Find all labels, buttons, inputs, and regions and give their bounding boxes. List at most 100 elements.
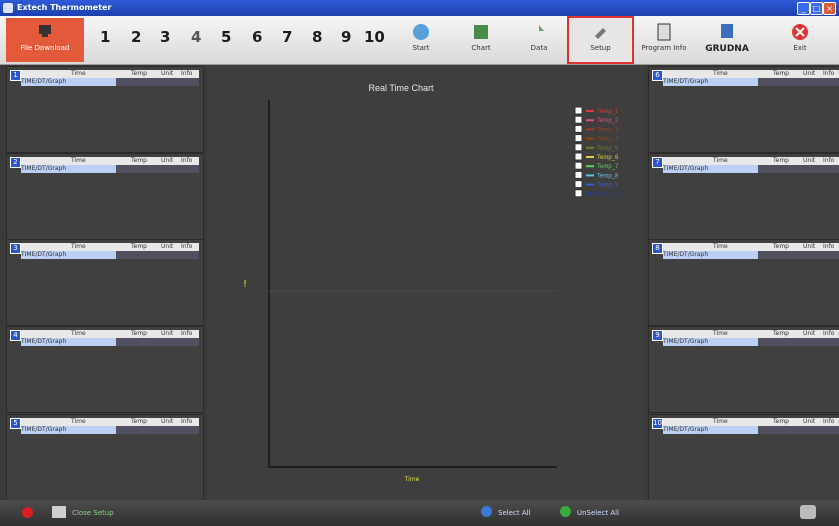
channel-select-checkbox[interactable]: 2	[10, 157, 21, 168]
close-setup-link[interactable]: Close Setup	[72, 509, 114, 517]
channel-select-checkbox[interactable]: 1	[10, 70, 21, 81]
channel-6-button[interactable]: 6	[252, 28, 262, 46]
table-row: TIME/DT/Graph	[663, 165, 758, 173]
info-column-header: Info	[823, 70, 835, 77]
chart-svg: Real Time Chart ! Time Temp_1Temp_2Temp_…	[243, 83, 622, 483]
unit-column-header: Unit	[161, 70, 174, 77]
legend-checkbox[interactable]	[574, 170, 583, 179]
logo: GRUDNA	[698, 18, 756, 62]
channel-select-checkbox[interactable]: 8	[652, 243, 663, 254]
legend-item[interactable]: Temp_7	[574, 161, 619, 170]
legend-item[interactable]: Temp_4	[574, 134, 619, 143]
legend-label: Temp_4	[597, 137, 619, 143]
start-icon	[413, 24, 429, 40]
time-column-header: Time	[71, 157, 86, 164]
record-indicator-icon	[22, 507, 33, 518]
chart-legend: Temp_1 Temp_2 Temp_3 Temp_4 Temp_5 Temp_6 Temp…	[574, 106, 622, 198]
channel-select-checkbox[interactable]: 7	[652, 157, 663, 168]
info-column-header: Info	[181, 70, 193, 77]
table-row-overflow	[116, 426, 199, 434]
exit-button[interactable]: Exit	[778, 18, 822, 62]
channel-panel: 9 Time Temp Unit Info TIME/DT/Graph	[648, 326, 839, 413]
unselect-all-button[interactable]: UnSelect All	[577, 509, 619, 517]
status-bar: Close Setup Select All UnSelect All	[0, 500, 839, 526]
info-column-header: Info	[181, 243, 193, 250]
legend-checkbox[interactable]	[574, 134, 583, 143]
data-button[interactable]: Data	[518, 18, 560, 62]
time-column-header: Time	[713, 418, 728, 425]
table-row: TIME/DT/Graph	[21, 78, 116, 86]
logo-text: GRUDNA	[705, 44, 749, 54]
channel-10-button[interactable]: 10	[364, 28, 385, 46]
channel-select-checkbox[interactable]: 6	[652, 70, 663, 81]
table-row: TIME/DT/Graph	[21, 251, 116, 259]
info-column-header: Info	[823, 330, 835, 337]
temp-column-header: Temp	[131, 330, 147, 337]
legend-checkbox[interactable]	[574, 115, 583, 124]
time-column-header: Time	[713, 70, 728, 77]
setup-button[interactable]: Setup	[567, 16, 634, 64]
legend-label: Temp_9	[597, 183, 619, 189]
legend-item[interactable]: Temp_9	[574, 180, 619, 189]
legend-item[interactable]: Temp_3	[574, 124, 619, 133]
legend-item[interactable]: Temp_6	[574, 152, 619, 161]
table-row-overflow	[758, 78, 839, 86]
info-column-header: Info	[823, 243, 835, 250]
legend-item[interactable]: Temp_2	[574, 115, 619, 124]
legend-label: Temp_7	[597, 164, 619, 170]
channel-5-button[interactable]: 5	[221, 28, 231, 46]
channel-table-header: Time Temp Unit Info	[21, 330, 199, 338]
channel-1-button[interactable]: 1	[100, 28, 110, 46]
channel-select-checkbox[interactable]: 9	[652, 330, 663, 341]
channel-4-button[interactable]: 4	[191, 28, 201, 46]
close-icon[interactable]: ×	[823, 2, 836, 15]
time-column-header: Time	[71, 243, 86, 250]
legend-item[interactable]: Temp_10	[574, 189, 622, 198]
legend-checkbox[interactable]	[574, 180, 583, 189]
channel-select-checkbox[interactable]: 3	[10, 243, 21, 254]
channel-8-button[interactable]: 8	[312, 28, 322, 46]
legend-checkbox[interactable]	[574, 124, 583, 133]
start-button[interactable]: Start	[400, 18, 442, 62]
legend-checkbox[interactable]	[574, 161, 583, 170]
table-row: TIME/DT/Graph	[21, 338, 116, 346]
channel-panel: 3 Time Temp Unit Info TIME/DT/Graph	[6, 239, 204, 326]
legend-item[interactable]: Temp_8	[574, 170, 619, 179]
exit-icon	[792, 24, 808, 40]
unit-column-header: Unit	[161, 330, 174, 337]
temp-column-header: Temp	[131, 157, 147, 164]
channel-panel: 2 Time Temp Unit Info TIME/DT/Graph	[6, 153, 204, 240]
legend-checkbox[interactable]	[574, 106, 583, 115]
legend-checkbox[interactable]	[574, 143, 583, 152]
temp-column-header: Temp	[131, 418, 147, 425]
minimize-icon[interactable]: _	[797, 2, 810, 15]
channel-9-button[interactable]: 9	[341, 28, 351, 46]
channel-select-checkbox[interactable]: 5	[10, 418, 21, 429]
select-all-button[interactable]: Select All	[498, 509, 531, 517]
temp-column-header: Temp	[773, 157, 789, 164]
help-icon	[657, 23, 671, 41]
data-icon	[539, 25, 544, 31]
table-row-overflow	[758, 165, 839, 173]
legend-checkbox[interactable]	[574, 152, 583, 161]
app-icon	[3, 3, 13, 13]
program-info-button[interactable]: Program Info	[638, 18, 690, 62]
wrench-icon	[594, 28, 606, 39]
real-time-chart: Real Time Chart ! Time Temp_1 Temp_2 Temp_…	[207, 65, 645, 500]
data-label: Data	[530, 44, 548, 52]
legend-item[interactable]: Temp_5	[574, 143, 619, 152]
channel-select-checkbox[interactable]: 4	[10, 330, 21, 341]
program-info-label: Program Info	[641, 44, 687, 52]
legend-checkbox[interactable]	[574, 189, 583, 198]
channel-2-button[interactable]: 2	[131, 28, 141, 46]
maximize-icon[interactable]: □	[810, 2, 823, 15]
channel-select-checkbox[interactable]: 10	[652, 418, 663, 429]
channel-panel: 5 Time Temp Unit Info TIME/DT/Graph	[6, 414, 204, 501]
channel-3-button[interactable]: 3	[160, 28, 170, 46]
channel-7-button[interactable]: 7	[282, 28, 292, 46]
unit-column-header: Unit	[161, 157, 174, 164]
legend-item[interactable]: Temp_1	[574, 106, 619, 115]
temp-column-header: Temp	[131, 243, 147, 250]
chart-button[interactable]: Chart	[460, 18, 502, 62]
file-download-button[interactable]: File Download	[6, 18, 84, 62]
